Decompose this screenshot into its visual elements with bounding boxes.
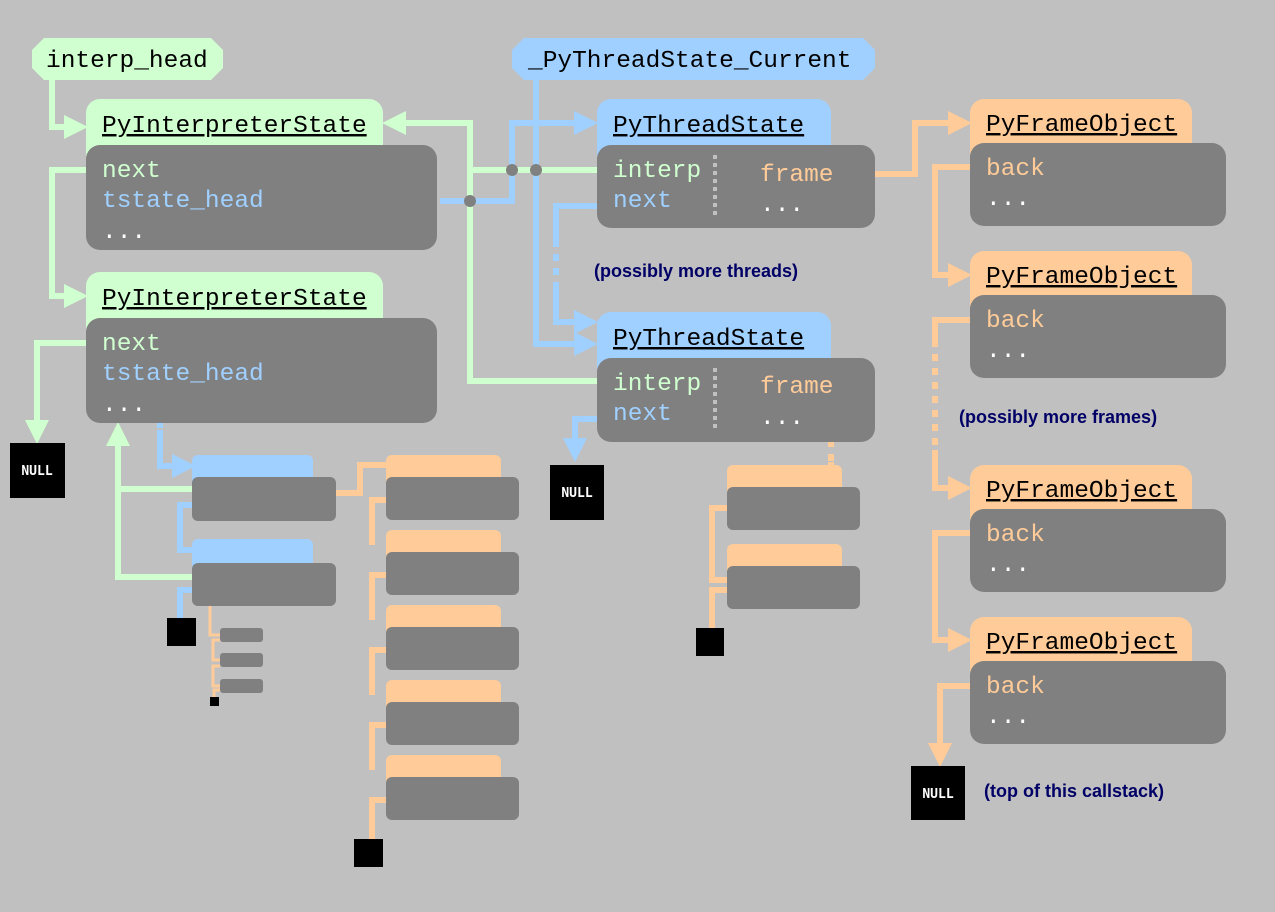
back-field: back xyxy=(986,156,1045,183)
frame-title: PyFrameObject xyxy=(986,630,1177,657)
next-field: next xyxy=(613,401,672,428)
null-label: NULL xyxy=(922,787,953,802)
next-field: next xyxy=(102,331,161,358)
mini-null xyxy=(354,839,383,867)
frame-title: PyFrameObject xyxy=(986,112,1177,139)
more-fields: ... xyxy=(102,219,146,246)
tstate-head-field: tstate_head xyxy=(102,361,264,388)
thread-title: PyThreadState xyxy=(613,113,804,140)
more-fields: ... xyxy=(760,405,804,432)
tstate-head-field: tstate_head xyxy=(102,188,264,215)
interp-head-root: interp_head xyxy=(32,38,223,80)
frame-title: PyFrameObject xyxy=(986,264,1177,291)
mini-null xyxy=(696,628,724,656)
frame-title: PyFrameObject xyxy=(986,478,1177,505)
more-fields: ... xyxy=(986,704,1030,731)
interpreter-title: PyInterpreterState xyxy=(102,286,367,313)
top-of-callstack-note: (top of this callstack) xyxy=(984,781,1164,801)
interp-field: interp xyxy=(613,158,701,185)
thread-current-root: _PyThreadState_Current xyxy=(512,38,875,80)
frame-field: frame xyxy=(760,162,834,189)
next-field: next xyxy=(102,158,161,185)
null-marker: NULL xyxy=(10,443,65,498)
null-label: NULL xyxy=(21,464,52,479)
more-fields: ... xyxy=(760,192,804,219)
mini-null xyxy=(167,618,196,646)
frame-object-2: PyFrameObject back ... xyxy=(970,251,1226,378)
more-fields: ... xyxy=(102,392,146,419)
back-field: back xyxy=(986,522,1045,549)
null-marker: NULL xyxy=(911,766,965,820)
back-field: back xyxy=(986,674,1045,701)
more-threads-note: (possibly more threads) xyxy=(594,261,798,281)
more-fields: ... xyxy=(986,552,1030,579)
more-fields: ... xyxy=(986,338,1030,365)
junction-dot xyxy=(530,164,542,176)
frame-object-3: PyFrameObject back ... xyxy=(970,465,1226,592)
junction-dot xyxy=(506,164,518,176)
back-field: back xyxy=(986,308,1045,335)
python-runtime-state-diagram: interp_head _PyThreadState_Current PyInt… xyxy=(0,0,1275,912)
interpreter-title: PyInterpreterState xyxy=(102,113,367,140)
next-field: next xyxy=(613,188,672,215)
junction-dot xyxy=(464,195,476,207)
frame-object-1: PyFrameObject back ... xyxy=(970,99,1226,226)
interp-field: interp xyxy=(613,371,701,398)
mini-null xyxy=(210,697,219,706)
frame-field: frame xyxy=(760,374,834,401)
thread-title: PyThreadState xyxy=(613,326,804,353)
frame-object-4: PyFrameObject back ... xyxy=(970,617,1226,744)
interp-head-label: interp_head xyxy=(46,48,208,75)
thread-current-label: _PyThreadState_Current xyxy=(527,48,851,75)
more-fields: ... xyxy=(986,186,1030,213)
null-marker: NULL xyxy=(550,465,604,520)
more-frames-note: (possibly more frames) xyxy=(959,407,1157,427)
null-label: NULL xyxy=(561,486,592,501)
